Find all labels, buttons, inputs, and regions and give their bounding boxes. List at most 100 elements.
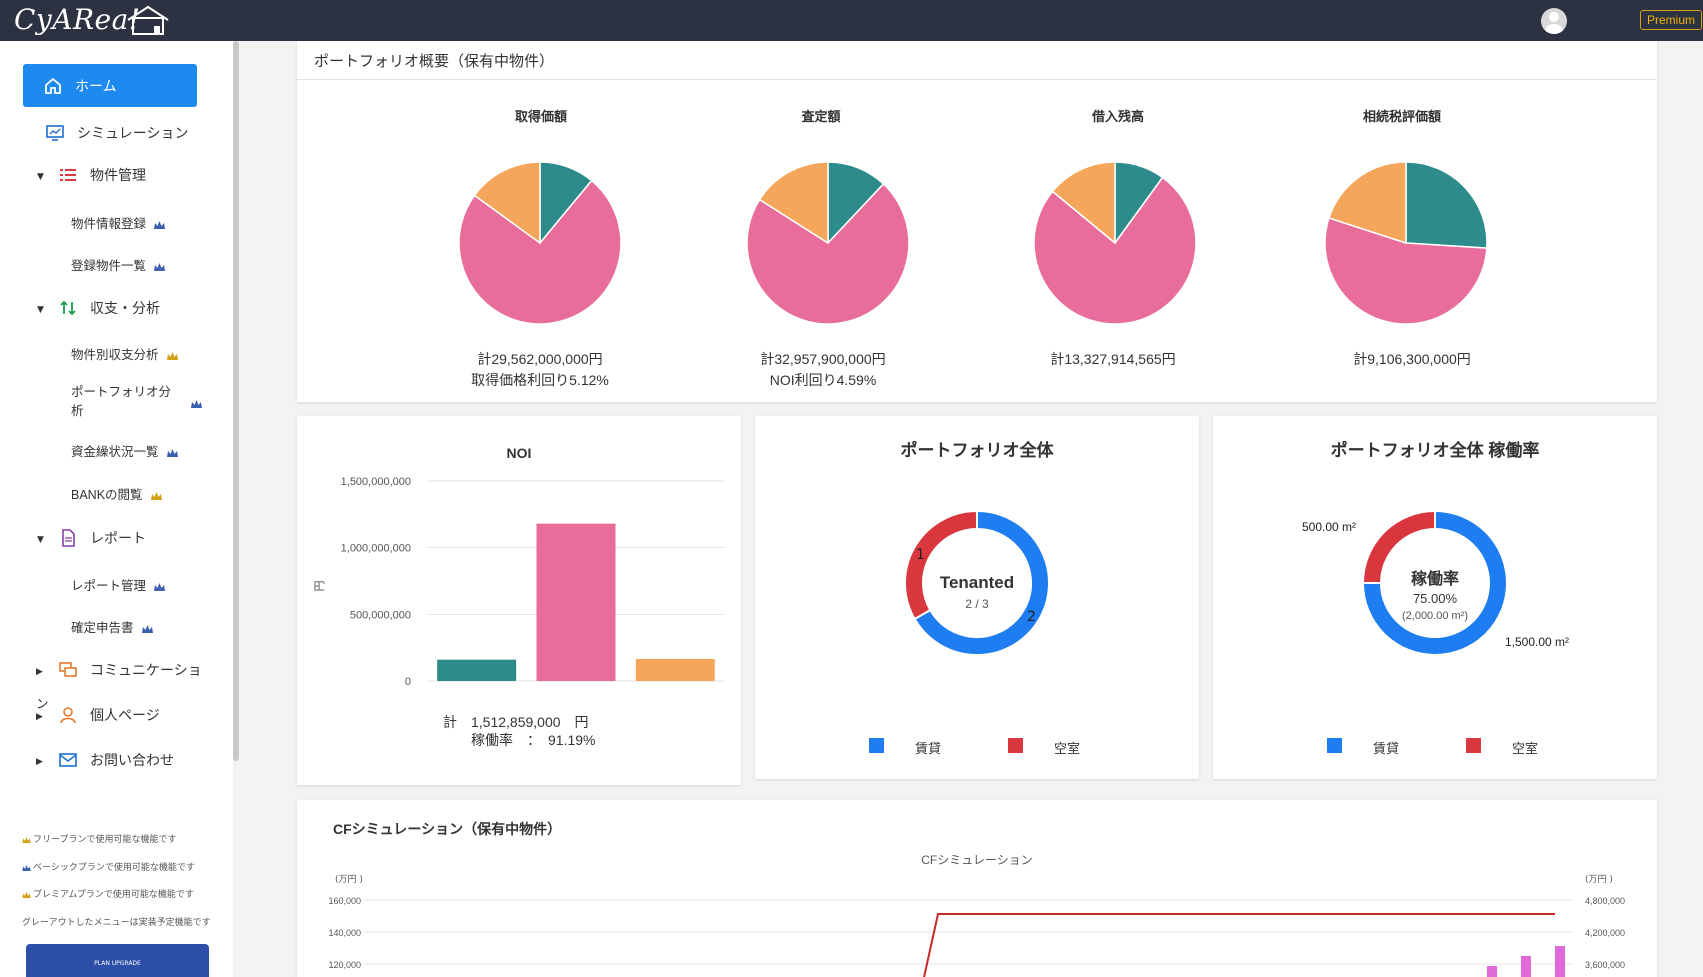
cf-line-chart: 160,000 4,800,000 140,000 4,200,000 120,000 3… (328, 896, 1625, 977)
noi-card: NOI 0 500,000,000 1,000,000,000 1,500,000,00… (297, 416, 741, 785)
crown-icon (150, 491, 162, 500)
sidebar-item-report-mgmt[interactable]: レポート管理 (71, 575, 166, 594)
y-tick-label: 1,500,000,000 (341, 476, 411, 488)
list-icon (60, 169, 76, 181)
legend-swatch-vacant (1466, 738, 1481, 753)
crown-icon (191, 400, 202, 408)
sidebar-item-communication-wrap: ン (36, 697, 49, 711)
y-tick-label-left: 140,000 (328, 928, 361, 938)
vacant-area-label: 500.00 m² (1302, 520, 1357, 534)
noi-summary: 計 1,512,859,000 円 稼働率 ： 91.19% (443, 713, 595, 749)
legend-label-vacant[interactable]: 空室 (1512, 738, 1538, 757)
pie-caption-acquisition: 計29,562,000,000円 取得価格利回り5.12% (471, 351, 609, 388)
cf-series-line[interactable] (919, 913, 1555, 977)
monitor-chart-icon (46, 125, 64, 141)
sidebar-item-property-mgmt[interactable]: 物件管理 (58, 165, 146, 185)
sidebar-item-tax-return[interactable]: 確定申告書 (71, 617, 153, 636)
caret-down-icon[interactable]: ▼ (37, 172, 44, 182)
y-axis-label: 円 (314, 581, 326, 592)
crown-icon (154, 220, 166, 229)
cf-bar[interactable] (1555, 946, 1565, 977)
plan-upgrade-button[interactable]: PLAN UPGRADE (26, 944, 209, 977)
pie-caption-inheritance-value: 計9,106,300,000円 (1353, 351, 1471, 367)
caret-down-icon[interactable]: ▼ (37, 305, 44, 315)
caret-right-icon[interactable]: ▶ (36, 757, 43, 767)
crown-icon (154, 262, 166, 271)
mail-icon (59, 753, 77, 767)
portfolio-all-card: ポートフォリオ全体 Tenanted 2 / 3 1 2 賃貸 空室 (755, 416, 1199, 779)
plan-note-basic: ベーシックプランで使用可能な機能です (22, 860, 195, 873)
y-tick-label-right: 4,800,000 (1585, 896, 1625, 906)
sidebar-item-bank-view[interactable]: BANKの閲覧 (71, 484, 162, 503)
sidebar-item-label: ホーム (75, 77, 117, 94)
document-icon (62, 529, 75, 547)
y-tick-label: 0 (405, 676, 411, 688)
donut-segment-label: 2 (1027, 609, 1036, 625)
y-tick-label: 1,000,000,000 (341, 543, 411, 555)
premium-badge: Premium (1640, 10, 1703, 30)
sidebar-scrollbar[interactable] (233, 41, 239, 761)
noi-bar[interactable] (635, 659, 715, 681)
rent-area-label: 1,500.00 m² (1505, 635, 1570, 649)
house-logo-icon (127, 5, 169, 35)
crown-icon (166, 351, 178, 360)
legend-swatch-rent (1327, 738, 1342, 753)
occupancy-center: 稼働率 75.00% (2,000.00 m²) (1401, 571, 1469, 622)
pie-title-acquisition: 取得価額 (514, 109, 567, 124)
y-tick-label-left: 160,000 (328, 896, 361, 906)
user-avatar[interactable] (1541, 8, 1567, 34)
cf-bar[interactable] (1521, 956, 1531, 977)
sidebar-item-communication[interactable]: コミュニケーショ (58, 660, 202, 680)
legend-label-rent[interactable]: 賃貸 (1373, 738, 1399, 757)
noi-bar[interactable] (536, 523, 616, 681)
user-icon (60, 707, 76, 724)
crown-icon (154, 582, 166, 591)
sidebar-item-property-list[interactable]: 登録物件一覧 (71, 255, 166, 274)
top-bar: CyARea! Premium (0, 0, 1703, 41)
pie-title-loan-balance: 借入残高 (1091, 109, 1144, 124)
legend-swatch-vacant (1008, 738, 1023, 753)
caret-right-icon[interactable]: ▶ (36, 667, 43, 677)
cf-bar[interactable] (1487, 966, 1497, 977)
crown-icon (22, 891, 31, 898)
sidebar-item-funding-list[interactable]: 資金繰状況一覧 (71, 441, 178, 460)
donut-segment-label: 1 (916, 547, 925, 563)
y-tick-label-right: 4,200,000 (1585, 928, 1625, 938)
legend-label-rent[interactable]: 賃貸 (915, 738, 941, 757)
caret-right-icon[interactable]: ▶ (36, 712, 43, 722)
caret-down-icon[interactable]: ▼ (37, 535, 44, 545)
pie-title-inheritance-value: 相続税評価額 (1362, 109, 1441, 124)
cf-simulation-card: CFシミュレーション（保有中物件） CFシミュレーション (万円 ) (万円 )… (297, 800, 1657, 977)
legend-label-vacant[interactable]: 空室 (1054, 738, 1080, 757)
sidebar-item-income-analysis[interactable]: 収支・分析 (58, 298, 160, 318)
sidebar-item-personal-page[interactable]: 個人ページ (58, 705, 160, 725)
tenanted-center: Tenanted 2 / 3 (939, 573, 1015, 611)
pie-caption-loan-balance: 計13,327,914,565円 (1050, 351, 1176, 367)
sidebar-item-contact[interactable]: お問い合わせ (58, 750, 174, 770)
noi-total: 計 1,512,859,000 円 (443, 714, 589, 730)
sidebar-item-portfolio-analysis[interactable]: ポートフォリオ分 析 (71, 383, 171, 421)
sidebar-item-per-property-analysis[interactable]: 物件別収支分析 (71, 344, 178, 363)
portfolio-pies (458, 161, 1488, 325)
legend-swatch-rent (869, 738, 884, 753)
sidebar-item-simulation[interactable]: シミュレーション (45, 123, 188, 143)
pie-slice[interactable] (1405, 161, 1488, 249)
sidebar-item-report[interactable]: レポート (58, 528, 146, 548)
plan-note-free: フリープランで使用可能な機能です (22, 832, 176, 845)
pie-caption-appraisal: 計32,957,900,000円 NOI利回り4.59% (760, 351, 886, 388)
app-logo[interactable]: CyARea! (14, 3, 141, 36)
portfolio-overview-card: ポートフォリオ概要（保有中物件） 取得価額 査定額 借入残高 相続税評価額 計2… (297, 41, 1657, 402)
crown-icon (22, 864, 31, 871)
chat-icon (59, 662, 77, 677)
crown-icon (166, 448, 178, 457)
sidebar-item-home[interactable]: ホーム (23, 64, 197, 107)
sidebar: ホーム シミュレーション ▼ 物件管理 物件情報登録 登録物件一覧 ▼ 収支・分… (0, 41, 233, 977)
home-icon (45, 77, 61, 94)
y-tick-label-left: 120,000 (328, 960, 361, 970)
occupancy-card: ポートフォリオ全体 稼働率 稼働率 75.00% (2,000.00 m²) 5… (1213, 416, 1657, 779)
plan-note-grey: グレーアウトしたメニューは実装予定機能です (22, 917, 211, 927)
noi-bar[interactable] (437, 659, 517, 681)
plan-note-premium: プレミアムプランで使用可能な機能です (22, 887, 194, 900)
y-tick-label-right: 3,600,000 (1585, 960, 1625, 970)
sidebar-item-property-register[interactable]: 物件情報登録 (71, 213, 166, 232)
